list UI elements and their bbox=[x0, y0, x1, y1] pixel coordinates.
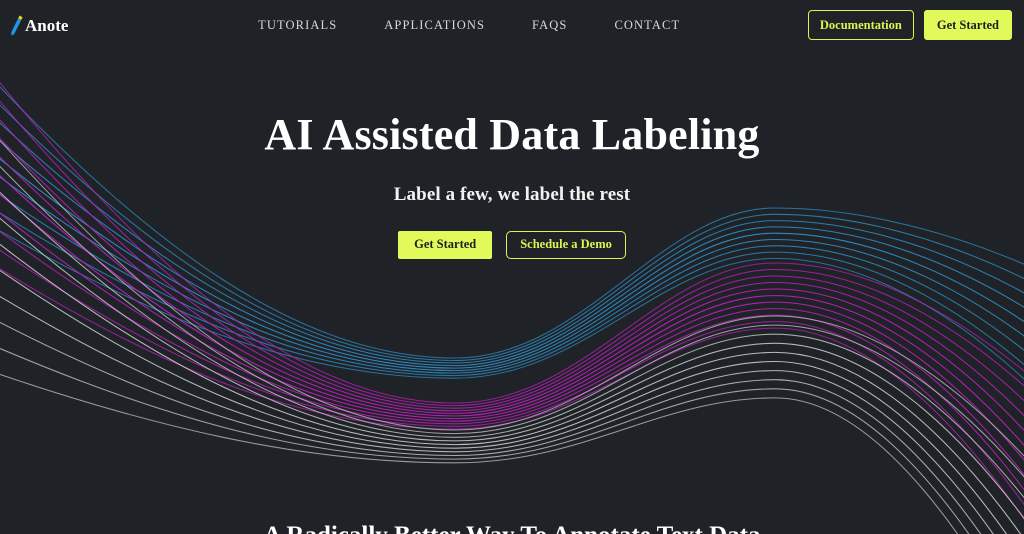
next-section: A Radically Better Way To Annotate Text … bbox=[0, 505, 1024, 534]
slash-pen-icon bbox=[10, 14, 24, 36]
brand-name: Anote bbox=[25, 15, 69, 35]
main-nav: TUTORIALS APPLICATIONS FAQS CONTACT bbox=[130, 18, 807, 33]
hero-subtitle: Label a few, we label the rest bbox=[393, 183, 631, 205]
schedule-demo-button[interactable]: Schedule a Demo bbox=[506, 230, 626, 259]
nav-item-applications[interactable]: APPLICATIONS bbox=[384, 18, 485, 33]
nav-item-tutorials[interactable]: TUTORIALS bbox=[258, 18, 337, 33]
header-get-started-button[interactable]: Get Started bbox=[923, 10, 1012, 40]
hero-actions: Get Started Schedule a Demo bbox=[0, 230, 1024, 259]
hero-get-started-button[interactable]: Get Started bbox=[398, 230, 493, 259]
hero-section: AI Assisted Data Labeling Label a few, w… bbox=[0, 50, 1024, 259]
brand-logo[interactable]: Anote bbox=[10, 14, 68, 36]
site-header: Anote TUTORIALS APPLICATIONS FAQS CONTAC… bbox=[0, 0, 1024, 50]
header-actions: Documentation Get Started bbox=[807, 10, 1012, 40]
documentation-button[interactable]: Documentation bbox=[807, 10, 914, 40]
nav-item-contact[interactable]: CONTACT bbox=[614, 18, 680, 33]
next-section-title: A Radically Better Way To Annotate Text … bbox=[0, 521, 1024, 534]
hero-title: AI Assisted Data Labeling bbox=[264, 110, 760, 159]
nav-item-faqs[interactable]: FAQS bbox=[532, 18, 567, 33]
